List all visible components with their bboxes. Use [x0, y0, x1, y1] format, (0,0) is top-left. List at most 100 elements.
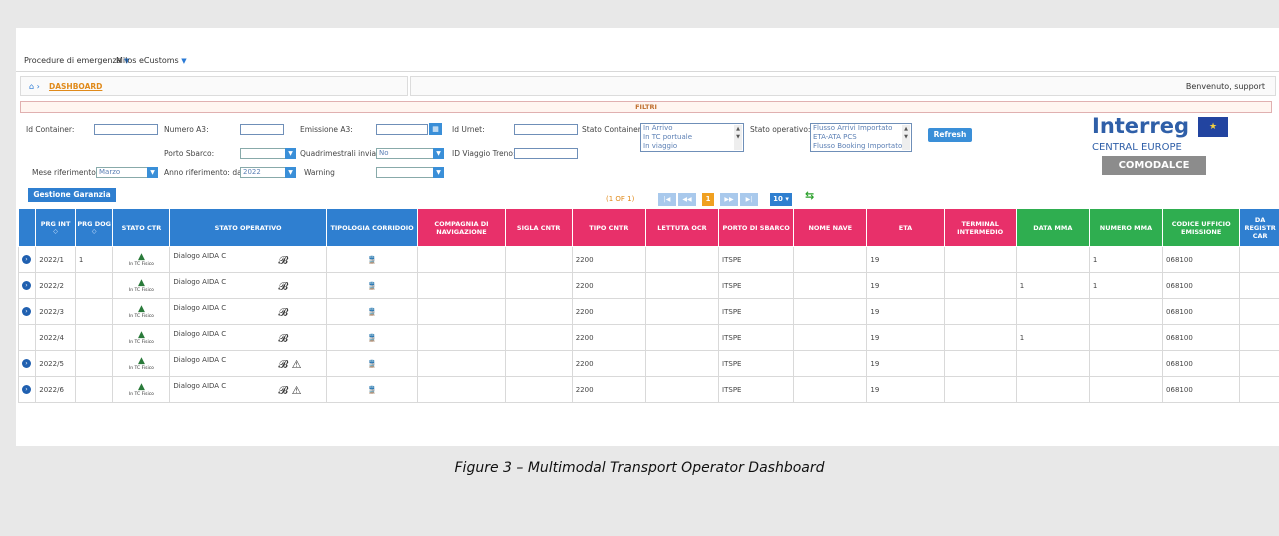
export-excel-icon[interactable]: ⇆ [805, 189, 814, 202]
scrollbar[interactable]: ▲ ▼ [902, 125, 910, 150]
tipologia-corridoio-cell: 🚆 [325, 272, 419, 299]
warning-icon: ⚠ [291, 383, 302, 397]
chevron-down-icon: ▼ [285, 167, 296, 178]
table-row[interactable]: › 2022/3 ▲ In TC Fisico Dialogo AIDA C 𝓑 🚆 2200… [17, 298, 1279, 325]
link-icon[interactable]: 𝓑 [278, 358, 288, 371]
dashboard-table: PRG INT ◇ PRG DOG ◇ STATO CTR STATO OPERAT… [17, 208, 1279, 403]
prev-page-button[interactable]: ◀◀ [678, 193, 696, 206]
numero-mma-cell: 1 [1088, 246, 1164, 273]
stato-container-listbox[interactable]: In Arrivo In TC portuale In viaggio ▲ ▼ [640, 123, 744, 152]
mese-select[interactable]: Marzo ▼ [96, 167, 158, 178]
expand-cell[interactable]: › [17, 298, 37, 325]
list-item[interactable]: In Arrivo [641, 124, 743, 133]
col-prg-dog[interactable]: PRG DOG ◇ [74, 208, 114, 247]
eta-cell: 19 [866, 272, 945, 299]
expand-cell[interactable]: › [17, 272, 37, 299]
terminal-intermedio-cell [943, 350, 1017, 377]
sort-icon[interactable]: ◇ [77, 228, 112, 236]
stato-ctr-cell: ▲ In TC Fisico [112, 272, 171, 299]
scrollbar[interactable]: ▲ ▼ [734, 125, 742, 150]
col-sigla-cntr[interactable]: SIGLA CNTR [504, 208, 573, 247]
id-viaggio-input[interactable] [514, 148, 578, 159]
link-icon[interactable]: 𝓑 [278, 280, 288, 293]
col-porto-sbarco[interactable]: PORTO DI SBARCO [718, 208, 795, 247]
compagnia-cell [417, 272, 506, 299]
list-item[interactable]: Flusso Arrivi Importato [811, 124, 911, 133]
col-lettuta-ocr[interactable]: LETTUTA OCR [644, 208, 720, 247]
col-da-registr[interactable]: DA REGISTR CAR [1239, 208, 1279, 247]
compagnia-cell [417, 298, 506, 325]
expand-icon[interactable]: › [22, 255, 31, 264]
col-data-mma[interactable]: DATA MMA [1015, 208, 1090, 247]
link-icon[interactable]: 𝓑 [278, 384, 288, 397]
col-stato-ctr[interactable]: STATO CTR [112, 208, 171, 247]
expand-icon[interactable]: › [22, 359, 31, 368]
emissione-a3-input[interactable] [376, 124, 428, 135]
list-item[interactable]: Flusso Booking Importato [811, 142, 911, 151]
numero-a3-input[interactable] [240, 124, 284, 135]
prg-int-cell: 2022/3 [35, 298, 76, 325]
menu-milos-ecustoms[interactable]: Milos eCustoms ▼ [116, 56, 187, 65]
numero-mma-cell [1088, 298, 1164, 325]
col-numero-mma[interactable]: NUMERO MMA [1088, 208, 1164, 247]
col-codice-ufficio[interactable]: CODICE UFFICIO EMISSIONE [1162, 208, 1241, 247]
col-terminal-intermedio[interactable]: TERMINAL INTERMEDIO [943, 208, 1017, 247]
expand-cell[interactable] [17, 324, 37, 351]
link-icon[interactable]: 𝓑 [278, 332, 288, 345]
table-row[interactable]: › 2022/5 ▲ In TC Fisico Dialogo AIDA C𝓑 ⚠ 🚆 22… [17, 350, 1279, 377]
col-prg-int[interactable]: PRG INT ◇ [35, 208, 76, 247]
table-row[interactable]: › 2022/1 1 ▲ In TC Fisico Dialogo AIDA C 𝓑 🚆 220… [17, 246, 1279, 273]
table-row[interactable]: › 2022/6 ▲ In TC Fisico Dialogo AIDA C𝓑 ⚠ 🚆 22… [17, 376, 1279, 403]
expand-cell[interactable]: › [17, 350, 37, 377]
list-item[interactable]: ETA-ATA PCS [811, 133, 911, 142]
expand-icon[interactable]: › [22, 281, 31, 290]
link-icon[interactable]: 𝓑 [278, 254, 288, 267]
page-size-select[interactable]: 10 ▾ [770, 193, 792, 206]
col-tipo-cntr[interactable]: TIPO CNTR [571, 208, 646, 247]
expand-cell[interactable]: › [17, 246, 37, 273]
gestione-garanzia-button[interactable]: Gestione Garanzia [28, 188, 116, 202]
col-compagnia[interactable]: COMPAGNIA DI NAVIGAZIONE [417, 208, 506, 247]
expand-cell[interactable]: › [17, 376, 37, 403]
data-mma-cell [1015, 246, 1090, 273]
col-nome-nave[interactable]: NOME NAVE [793, 208, 868, 247]
expand-icon[interactable]: › [22, 307, 31, 316]
last-page-button[interactable]: ▶| [740, 193, 758, 206]
table-row[interactable]: 2022/4 ▲ In TC Fisico Dialogo AIDA C 𝓑 🚆 2200 I… [17, 324, 1279, 351]
list-item[interactable]: In TC portuale [641, 133, 743, 142]
terminal-intermedio-cell [943, 324, 1017, 351]
stato-ctr-cell: ▲ In TC Fisico [112, 298, 171, 325]
menu-procedure-emergenza[interactable]: Procedure di emergenza ▼ [24, 56, 129, 65]
quadrimestrali-label: Quadrimestrali inviati [300, 149, 382, 158]
col-tipologia-corridoio[interactable]: TIPOLOGIA CORRIDOIO [325, 208, 419, 247]
table-row[interactable]: › 2022/2 ▲ In TC Fisico Dialogo AIDA C 𝓑 🚆 2200… [17, 272, 1279, 299]
chevron-down-icon: ▼ [433, 167, 444, 178]
sort-icon[interactable]: ◇ [37, 228, 74, 236]
first-page-button[interactable]: |◀ [658, 193, 676, 206]
expand-icon[interactable]: › [22, 385, 31, 394]
tipologia-corridoio-cell: 🚆 [325, 246, 419, 273]
train-icon: 🚆 [367, 359, 377, 368]
next-page-button[interactable]: ▶▶ [720, 193, 738, 206]
terminal-intermedio-cell [943, 298, 1017, 325]
current-page[interactable]: 1 [702, 193, 714, 206]
warning-select[interactable]: ▼ [376, 167, 444, 178]
stato-operativo-listbox[interactable]: Flusso Arrivi Importato ETA-ATA PCS Flus… [810, 123, 912, 152]
col-eta[interactable]: ETA [866, 208, 945, 247]
link-icon[interactable]: 𝓑 [278, 306, 288, 319]
calendar-icon[interactable]: ▦ [429, 123, 442, 135]
home-icon[interactable]: ⌂ › [29, 82, 40, 91]
porto-sbarco-select[interactable]: ▼ [240, 148, 296, 159]
col-stato-operativo[interactable]: STATO OPERATIVO [169, 208, 327, 247]
prg-int-cell: 2022/2 [35, 272, 76, 299]
quadrimestrali-select[interactable]: No ▼ [376, 148, 444, 159]
filters-header[interactable]: FILTRI [20, 101, 1272, 113]
breadcrumb-dashboard[interactable]: DASHBOARD [49, 82, 102, 91]
id-container-input[interactable] [94, 124, 158, 135]
eta-cell: 19 [866, 376, 945, 403]
prg-int-cell: 2022/4 [35, 324, 76, 351]
anno-select[interactable]: 2022 ▼ [240, 167, 296, 178]
list-item[interactable]: In viaggio [641, 142, 743, 151]
refresh-button[interactable]: Refresh [928, 128, 972, 142]
id-urnet-input[interactable] [514, 124, 578, 135]
